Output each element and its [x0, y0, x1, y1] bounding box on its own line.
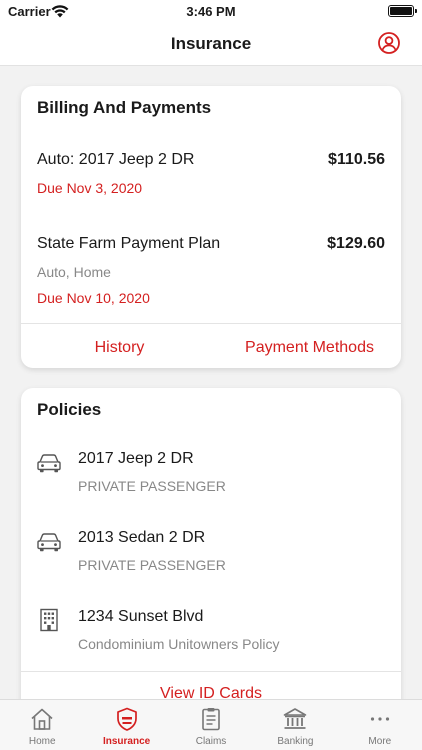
battery-icon — [388, 5, 417, 17]
divider — [21, 671, 401, 672]
policy-item[interactable]: 2013 Sedan 2 DR PRIVATE PASSENGER — [21, 527, 401, 591]
building-icon — [40, 608, 58, 632]
tab-insurance[interactable]: Insurance — [84, 700, 168, 750]
billing-item-amount: $110.56 — [328, 151, 385, 168]
tab-home[interactable]: Home — [0, 700, 84, 750]
billing-item-amount: $129.60 — [327, 235, 385, 252]
car-icon — [37, 454, 61, 473]
navigation-bar: Insurance — [0, 24, 422, 66]
billing-item-subtitle: Auto, Home — [37, 264, 111, 280]
tab-label: Insurance — [102, 736, 151, 747]
tab-claims[interactable]: Claims — [169, 700, 253, 750]
tab-label: Claims — [195, 736, 227, 747]
billing-title: Billing And Payments — [37, 98, 212, 117]
car-icon — [37, 533, 61, 552]
tab-bar: Home Insurance Claims Banking More — [0, 699, 422, 750]
user-circle-icon[interactable] — [378, 32, 400, 54]
billing-item-due-date: Due Nov 10, 2020 — [37, 290, 150, 306]
payment-methods-link[interactable]: Payment Methods — [218, 339, 401, 357]
policy-name: 2013 Sedan 2 DR — [78, 529, 206, 546]
tab-label: Banking — [277, 736, 314, 747]
billing-item-due-date: Due Nov 3, 2020 — [37, 180, 143, 196]
shield-icon — [116, 707, 137, 731]
billing-card: Billing And Payments Auto: 2017 Jeep 2 D… — [21, 86, 401, 368]
history-link[interactable]: History — [21, 339, 218, 357]
policy-name: 2017 Jeep 2 DR — [78, 450, 194, 467]
tab-more[interactable]: More — [338, 700, 422, 750]
status-bar: Carrier 3:46 PM — [0, 0, 422, 24]
tab-label: More — [368, 736, 392, 747]
page-title: Insurance — [170, 34, 252, 53]
policy-item[interactable]: 2017 Jeep 2 DR PRIVATE PASSENGER — [21, 448, 401, 512]
policies-card: Policies 2017 Jeep 2 DR PRIVATE PASSENGE… — [21, 388, 401, 718]
billing-item-title[interactable]: Auto: 2017 Jeep 2 DR — [37, 151, 194, 169]
policy-name: 1234 Sunset Blvd — [78, 608, 204, 625]
home-icon — [31, 708, 53, 730]
more-dots-icon — [370, 717, 389, 721]
bank-icon — [284, 708, 307, 729]
tab-label: Home — [28, 736, 56, 747]
clock: 3:46 PM — [186, 4, 236, 19]
billing-item-title[interactable]: State Farm Payment Plan — [37, 235, 220, 253]
policies-title: Policies — [37, 400, 102, 419]
policy-type: PRIVATE PASSENGER — [78, 478, 226, 494]
tab-banking[interactable]: Banking — [253, 700, 337, 750]
policy-type: Condominium Unitowners Policy — [78, 636, 280, 652]
divider — [21, 323, 401, 324]
policy-item[interactable]: 1234 Sunset Blvd Condominium Unitowners … — [21, 606, 401, 670]
clipboard-icon — [202, 708, 220, 731]
policy-type: PRIVATE PASSENGER — [78, 557, 226, 573]
